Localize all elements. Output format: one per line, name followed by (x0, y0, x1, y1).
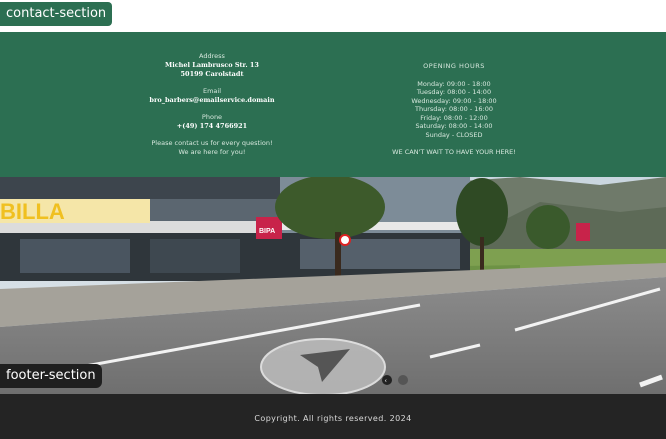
address-label: Address (199, 52, 225, 60)
opening-hours-title: OPENING HOURS (423, 62, 485, 70)
tree (456, 178, 508, 246)
hours-friday: Friday: 08:00 - 12:00 (420, 113, 488, 122)
footer-section-label: footer-section (0, 364, 102, 388)
contact-details: Address Michel Lambrusco Str. 13 50199 C… (132, 52, 292, 157)
hours-tuesday: Tuesday: 08:00 - 14:00 (416, 88, 492, 96)
chevron-right-icon[interactable] (398, 375, 408, 385)
email-link[interactable]: bro_barbers@emailservice.domain (132, 96, 292, 105)
contact-section-label: contact-section (0, 2, 113, 26)
hours-sunday: Sunday - CLOSED (425, 130, 483, 139)
small-store-sign: BIPA (259, 228, 275, 235)
contact-message-line-2: We are here for you! (178, 148, 246, 156)
opening-hours: OPENING HOURS Monday: 09:00 - 18:00 Tues… (384, 62, 524, 157)
chevron-left-icon[interactable] (382, 375, 392, 385)
svg-text:‹: ‹ (385, 378, 387, 385)
contact-section: Address Michel Lambrusco Str. 13 50199 C… (0, 32, 666, 177)
street-view-embed[interactable]: BILLA BIPA ‹ (0, 177, 666, 394)
copyright-text: Copyright. All rights reserved. 2024 (254, 414, 412, 423)
hours-saturday: Saturday: 08:00 - 14:00 (415, 122, 493, 130)
opening-hours-tagline: WE CAN'T WAIT TO HAVE YOUR HERE! (392, 148, 516, 156)
hours-monday: Monday: 09:00 - 18:00 (417, 79, 491, 88)
phone-link[interactable]: +(49) 174 4766921 (132, 122, 292, 131)
footer-section: Copyright. All rights reserved. 2024 (0, 394, 666, 439)
tree (275, 177, 385, 239)
contact-message-line-1: Please contact us for every question! (151, 139, 273, 147)
hours-wednesday: Wednesday: 09:00 - 18:00 (411, 96, 497, 105)
street-view-image: BILLA BIPA ‹ (0, 177, 666, 394)
phone-label: Phone (201, 113, 223, 121)
address-line-1: Michel Lambrusco Str. 13 (165, 61, 259, 69)
store-sign: BILLA (0, 199, 65, 224)
page: contact-section Address Michel Lambrusco… (0, 0, 666, 439)
email-label: Email (202, 87, 222, 95)
address-line-2: 50199 Carolstadt (180, 70, 244, 78)
hours-thursday: Thursday: 08:00 - 16:00 (415, 105, 493, 113)
